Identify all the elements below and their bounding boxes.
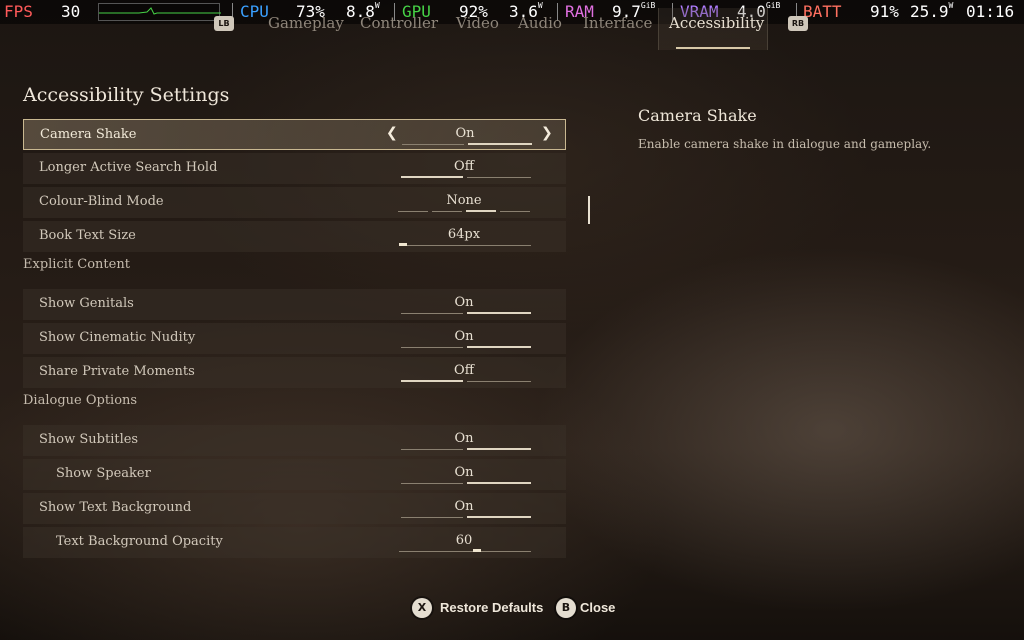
tab-video[interactable]: Video <box>456 14 499 32</box>
setting-value: On <box>454 431 474 446</box>
page-title: Accessibility Settings <box>23 84 230 106</box>
lb-bumper-icon[interactable]: LB <box>214 16 234 31</box>
setting-row-show-subtitles[interactable]: Show Subtitles On <box>23 425 566 456</box>
slider-knob[interactable] <box>473 549 481 552</box>
setting-value: 60 <box>455 533 473 548</box>
section-header-dialogue-options: Dialogue Options <box>23 393 138 408</box>
toggle-off-segment <box>401 483 463 484</box>
x-button-icon[interactable]: X <box>412 598 432 618</box>
tab-gameplay[interactable]: Gameplay <box>268 14 344 32</box>
tab-controller[interactable]: Controller <box>360 14 438 32</box>
setting-value: On <box>455 126 475 141</box>
setting-row-text-background-opacity[interactable]: Text Background Opacity 60 <box>23 527 566 558</box>
footer-prompts: X Restore Defaults B Close <box>0 596 1024 624</box>
setting-row-show-speaker[interactable]: Show Speaker On <box>23 459 566 490</box>
toggle-off-segment <box>401 380 463 382</box>
setting-row-show-cinematic-nudity[interactable]: Show Cinematic Nudity On <box>23 323 566 354</box>
chevron-left-icon[interactable]: ❮ <box>386 125 398 141</box>
toggle-off-segment <box>401 449 463 450</box>
scrollbar-thumb[interactable] <box>588 196 590 224</box>
setting-row-share-private-moments[interactable]: Share Private Moments Off <box>23 357 566 388</box>
setting-label: Show Genitals <box>39 296 134 311</box>
setting-label: Colour-Blind Mode <box>39 194 164 209</box>
toggle-off-segment <box>402 144 464 145</box>
slider-knob[interactable] <box>399 243 407 246</box>
description-title: Camera Shake <box>638 106 757 125</box>
tab-audio[interactable]: Audio <box>518 14 562 32</box>
setting-label: Text Background Opacity <box>56 534 223 549</box>
b-button-icon[interactable]: B <box>556 598 576 618</box>
toggle-on-segment <box>467 312 531 314</box>
battery-percent: 91% <box>870 2 899 21</box>
toggle-on-segment <box>467 448 531 450</box>
toggle-off-segment <box>401 176 463 178</box>
option-segment <box>398 211 428 212</box>
setting-row-camera-shake[interactable]: Camera Shake On ❮ ❯ <box>23 119 566 150</box>
fps-label: FPS <box>4 2 33 21</box>
active-tab-underline <box>676 47 750 49</box>
setting-row-longer-active-search-hold[interactable]: Longer Active Search Hold Off <box>23 153 566 184</box>
setting-label: Show Speaker <box>56 466 151 481</box>
setting-label: Show Text Background <box>39 500 192 515</box>
battery-power: 25.9W <box>910 1 954 22</box>
clock: 01:16 <box>966 2 1015 21</box>
setting-row-book-text-size[interactable]: Book Text Size 64px <box>23 221 566 252</box>
toggle-on-segment <box>468 143 532 145</box>
toggle-on-segment <box>467 482 531 484</box>
setting-value: On <box>454 295 474 310</box>
slider-track[interactable] <box>399 551 531 552</box>
tab-interface[interactable]: Interface <box>583 14 652 32</box>
performance-overlay: FPS 30 CPU 73% 8.8W GPU 92% 3.6W RAM 9.7… <box>0 0 1024 24</box>
setting-value: 64px <box>447 227 481 242</box>
slider-track[interactable] <box>399 245 531 246</box>
setting-value: On <box>454 499 474 514</box>
setting-value: Off <box>454 159 474 174</box>
chevron-right-icon[interactable]: ❯ <box>541 125 553 141</box>
cpu-label: CPU <box>240 2 269 21</box>
setting-value: None <box>446 193 482 208</box>
toggle-on-segment <box>467 346 531 348</box>
option-segment <box>500 211 530 212</box>
toggle-off-segment <box>401 347 463 348</box>
option-segment <box>466 210 496 212</box>
tab-accessibility[interactable]: Accessibility <box>669 14 764 32</box>
toggle-on-segment <box>467 516 531 518</box>
setting-label: Show Subtitles <box>39 432 139 447</box>
description-text: Enable camera shake in dialogue and game… <box>638 137 932 151</box>
setting-label: Camera Shake <box>40 127 137 142</box>
restore-defaults-button[interactable]: Restore Defaults <box>440 600 543 615</box>
close-button[interactable]: Close <box>580 600 615 615</box>
setting-value: On <box>454 465 474 480</box>
battery-label: BATT <box>803 2 842 21</box>
setting-label: Share Private Moments <box>39 364 195 379</box>
setting-value: Off <box>454 363 474 378</box>
setting-row-show-genitals[interactable]: Show Genitals On <box>23 289 566 320</box>
setting-label: Longer Active Search Hold <box>39 160 218 175</box>
fps-value: 30 <box>61 2 81 21</box>
section-header-explicit-content: Explicit Content <box>23 257 130 272</box>
toggle-off-segment <box>401 313 463 314</box>
setting-label: Book Text Size <box>39 228 136 243</box>
setting-row-show-text-background[interactable]: Show Text Background On <box>23 493 566 524</box>
rb-bumper-icon[interactable]: RB <box>788 16 808 31</box>
toggle-on-segment <box>467 381 531 382</box>
setting-label: Show Cinematic Nudity <box>39 330 196 345</box>
toggle-off-segment <box>401 517 463 518</box>
frametime-graph <box>98 3 221 21</box>
toggle-on-segment <box>467 177 531 178</box>
option-segment <box>432 211 462 212</box>
setting-row-colour-blind-mode[interactable]: Colour-Blind Mode None <box>23 187 566 218</box>
setting-value: On <box>454 329 474 344</box>
